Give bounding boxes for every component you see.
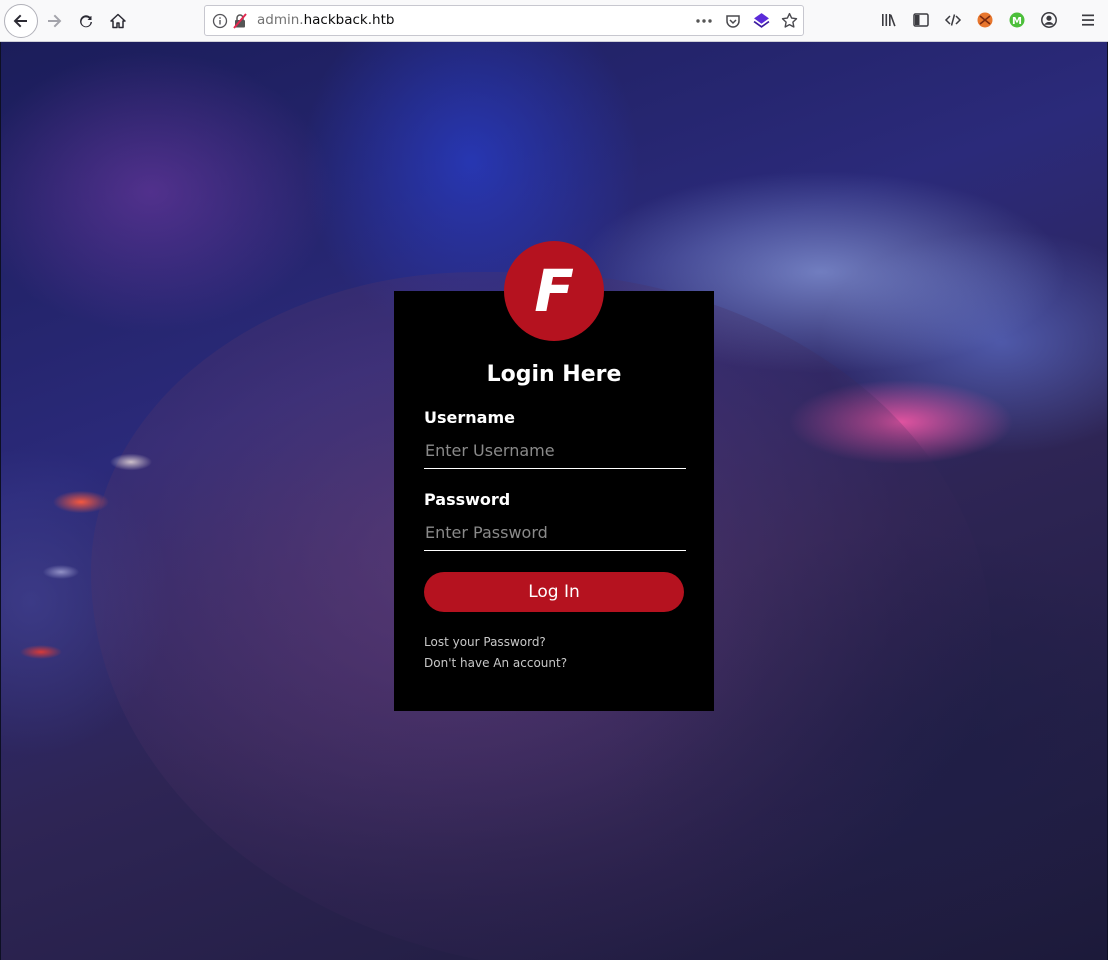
insecure-connection-icon[interactable] — [232, 13, 248, 29]
browser-toolbar: admin.hackback.htb M — [0, 0, 1108, 42]
lost-password-link[interactable]: Lost your Password? — [424, 635, 546, 649]
login-title: Login Here — [486, 362, 622, 387]
bookmark-star-icon[interactable] — [781, 12, 798, 29]
account-icon[interactable] — [1040, 11, 1058, 29]
menu-icon[interactable] — [1079, 11, 1097, 29]
addon-icon[interactable]: M — [1008, 11, 1026, 29]
reload-icon — [80, 15, 92, 28]
address-bar[interactable]: admin.hackback.htb — [204, 5, 804, 36]
back-button[interactable] — [4, 4, 38, 38]
login-button[interactable]: Log In — [424, 572, 684, 612]
logo-avatar: F — [504, 241, 604, 341]
devtools-icon[interactable] — [944, 11, 962, 29]
forward-button[interactable] — [38, 5, 70, 37]
home-button[interactable] — [102, 5, 134, 37]
logo-letter: F — [534, 257, 574, 325]
reload-button[interactable] — [70, 5, 102, 37]
url-text[interactable]: admin.hackback.htb — [257, 12, 394, 28]
back-icon — [13, 14, 27, 28]
login-card: Login Here Username Password Log In Lost… — [394, 291, 714, 711]
password-label: Password — [424, 490, 511, 509]
signup-link[interactable]: Don't have An account? — [424, 656, 567, 670]
forward-icon — [48, 14, 62, 28]
svg-text:M: M — [1012, 16, 1022, 27]
username-input[interactable] — [424, 433, 686, 469]
info-icon[interactable] — [212, 13, 228, 29]
url-host: hackback.htb — [303, 12, 395, 28]
pocket-icon[interactable] — [725, 13, 741, 29]
library-icon[interactable] — [880, 11, 898, 29]
home-icon — [110, 13, 126, 29]
extension-icon[interactable] — [753, 12, 770, 29]
username-label: Username — [424, 408, 515, 427]
page-actions-icon[interactable] — [695, 13, 713, 29]
url-subdomain: admin. — [257, 12, 304, 28]
addon-icon[interactable] — [976, 11, 994, 29]
password-input[interactable] — [424, 515, 686, 551]
background-keyboard-lights — [1, 372, 261, 692]
sidebar-icon[interactable] — [912, 11, 930, 29]
